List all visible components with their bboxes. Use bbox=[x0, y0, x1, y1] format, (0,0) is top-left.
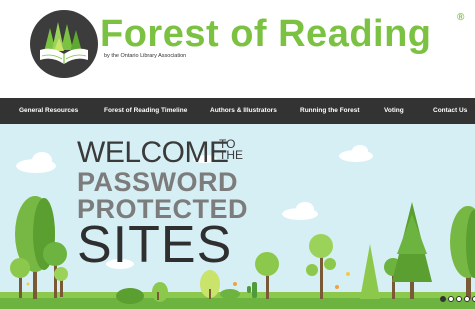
slider-dot[interactable] bbox=[448, 296, 454, 302]
hero-welcome-text: WELCOME bbox=[77, 136, 229, 169]
brand-title[interactable]: Forest of Reading bbox=[100, 12, 432, 56]
hero-banner[interactable]: WELCOME TO THE PASSWORD PROTECTED SITES bbox=[0, 124, 475, 309]
hero-to-the-text: TO THE bbox=[219, 137, 243, 162]
book-trees-icon bbox=[40, 22, 88, 64]
nav-item-general-resources[interactable]: General Resources bbox=[19, 98, 78, 124]
nav-item-contact-us[interactable]: Contact Us bbox=[433, 98, 467, 124]
nav-item-running-the-forest[interactable]: Running the Forest bbox=[300, 98, 360, 124]
nav-item-forest-of-reading-timeline[interactable]: Forest of Reading Timeline bbox=[104, 98, 187, 124]
slider-dot[interactable] bbox=[440, 296, 446, 302]
forest-of-reading-logo[interactable] bbox=[30, 10, 98, 78]
main-nav: General Resources Forest of Reading Time… bbox=[0, 98, 475, 124]
brand-subtitle: by the Ontario Library Association bbox=[104, 53, 187, 59]
slider-dot[interactable] bbox=[464, 296, 470, 302]
nav-item-voting[interactable]: Voting bbox=[384, 98, 404, 124]
slider-dot[interactable] bbox=[456, 296, 462, 302]
site-header: Forest of Reading ® by the Ontario Libra… bbox=[0, 0, 475, 98]
nav-item-authors-illustrators[interactable]: Authors & Illustrators bbox=[210, 98, 277, 124]
slider-dots bbox=[440, 296, 475, 302]
hero-password-text: PASSWORD bbox=[77, 167, 239, 197]
registered-mark: ® bbox=[457, 12, 465, 23]
hero-sites-text: SITES bbox=[77, 216, 233, 274]
page: Forest of Reading ® by the Ontario Libra… bbox=[0, 0, 475, 309]
